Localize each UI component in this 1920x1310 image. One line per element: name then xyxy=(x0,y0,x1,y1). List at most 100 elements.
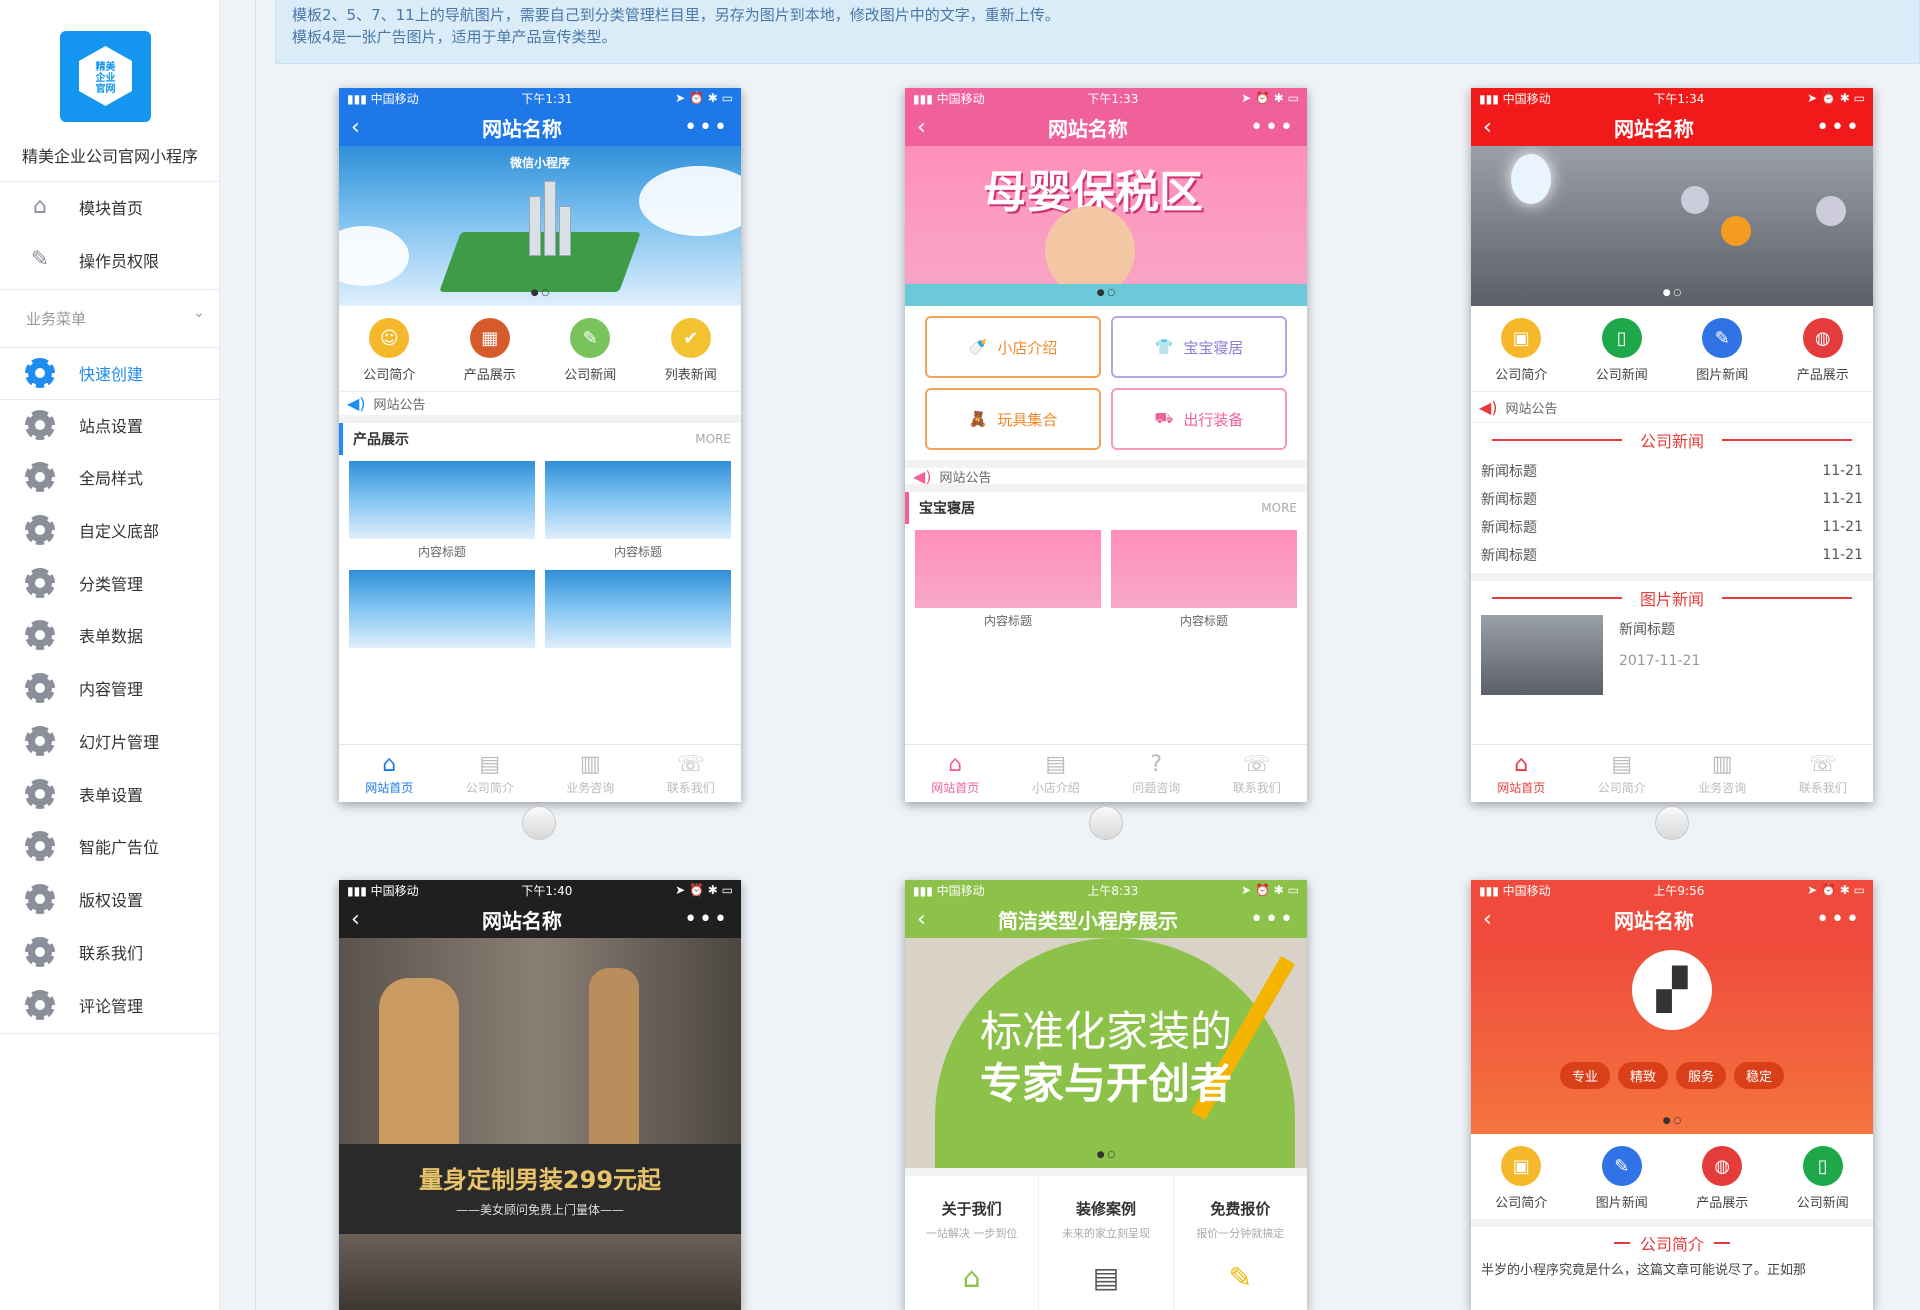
more-link[interactable]: MORE xyxy=(695,432,731,446)
banner-image: 标准化家装的 专家与开创者 ● ○ xyxy=(905,938,1307,1168)
banner-image: 母婴保税区 ● ○ xyxy=(905,146,1307,306)
tab-contact-us[interactable]: ☏ 联系我们 xyxy=(1233,752,1281,796)
content-item[interactable]: 内容标题 xyxy=(1111,530,1297,629)
column-title: 关于我们 xyxy=(941,1200,1002,1218)
content-item[interactable]: 内容标题 xyxy=(915,530,1101,629)
template-preview-4[interactable]: ▮▮▮ 中国移动 下午1:40 ➤ ⏰ ✱ ▭ ‹ 网站名称 ••• 量身定制男装299… xyxy=(339,880,741,1310)
carrier: 中国移动 xyxy=(936,883,985,898)
icon-company-news[interactable]: ▯ 公司新闻 xyxy=(1577,318,1667,383)
select-radio[interactable] xyxy=(1089,806,1123,840)
content-item[interactable]: 内容标题 xyxy=(545,461,731,560)
notice-line: 模板4是一张广告图片，适用于单产品宣传类型。 xyxy=(292,28,617,46)
column-free-quote[interactable]: 免费报价 报价一分钟就搞定 ✎ xyxy=(1174,1176,1307,1310)
column-subtitle: 报价一分钟就搞定 xyxy=(1196,1227,1285,1240)
select-radio[interactable] xyxy=(522,806,556,840)
notice-line: 模板2、5、7、11上的导航图片，需要自己到分类管理栏目里，另存为图片到本地，修… xyxy=(292,6,1060,24)
nav-label: 快速创建 xyxy=(79,365,144,384)
tab-home[interactable]: ⌂ 网站首页 xyxy=(365,752,413,796)
content-item[interactable] xyxy=(545,570,731,652)
clipboard-icon: ▥ xyxy=(1711,751,1733,777)
news-row[interactable]: 新闻标题 11-21 xyxy=(1471,513,1873,541)
tab-contact-us[interactable]: ☏ 联系我们 xyxy=(1799,752,1847,796)
button-travel-gear[interactable]: ⛟ 出行装备 xyxy=(1111,388,1287,450)
column-decoration-cases[interactable]: 装修案例 未来的家立刻呈现 ▤ xyxy=(1039,1176,1174,1310)
tab-contact-us[interactable]: ☏ 联系我们 xyxy=(667,752,715,796)
news-title: 新闻标题 xyxy=(1481,548,1537,564)
news-title: 新闻标题 xyxy=(1481,464,1537,480)
edit-icon: ✎ xyxy=(1601,1146,1642,1186)
phone-icon: ☏ xyxy=(676,751,705,777)
status-bar: ▮▮▮ 中国移动 上午9:56 ➤ ⏰ ✱ ▭ xyxy=(1479,883,1865,898)
nav-custom-footer[interactable]: 自定义底部 xyxy=(0,505,220,555)
phone-icon: ▯ xyxy=(1601,318,1642,358)
nav-comment-management[interactable]: 评论管理 xyxy=(0,980,220,1030)
icon-label: 公司新闻 xyxy=(564,368,617,383)
content-item[interactable] xyxy=(349,570,535,652)
picture-news-item[interactable]: 新闻标题 2017-11-21 xyxy=(1471,615,1873,695)
button-label: 玩具集合 xyxy=(997,410,1058,429)
tab-company-intro[interactable]: ▤ 公司简介 xyxy=(466,752,514,796)
news-row[interactable]: 新闻标题 11-21 xyxy=(1471,457,1873,485)
icon-company-news[interactable]: ▯ 公司新闻 xyxy=(1778,1146,1868,1211)
icon-picture-news[interactable]: ✎ 图片新闻 xyxy=(1577,1146,1667,1211)
icon-product-display[interactable]: ◍ 产品展示 xyxy=(1778,318,1868,383)
icon-picture-news[interactable]: ✎ 图片新闻 xyxy=(1677,318,1767,383)
button-toys[interactable]: 🧸 玩具集合 xyxy=(925,388,1101,450)
tab-home[interactable]: ⌂ 网站首页 xyxy=(1497,752,1545,796)
icon-company-intro[interactable]: ▣ 公司简介 xyxy=(1476,1146,1566,1211)
more-link[interactable]: MORE xyxy=(1261,501,1297,515)
template-preview-3[interactable]: ▮▮▮ 中国移动 下午1:34 ➤ ⏰ ✱ ▭ ‹ 网站名称 ••• ● ○ ▣ 公司简介… xyxy=(1471,88,1873,802)
nav-operator-permission[interactable]: ✎ 操作员权限 xyxy=(0,235,220,285)
template-preview-6[interactable]: ▮▮▮ 中国移动 上午9:56 ➤ ⏰ ✱ ▭ ‹ 网站名称 ••• ▞ 专业 精致 服务稳… xyxy=(1471,880,1873,1310)
chevron-down-icon[interactable]: ⌄ xyxy=(193,305,205,321)
icon-company-news[interactable]: ✎ 公司新闻 xyxy=(545,318,635,383)
tab-label: 联系我们 xyxy=(1232,780,1281,795)
nav-site-settings[interactable]: 站点设置 xyxy=(0,400,220,450)
status-bar: ▮▮▮ 中国移动 下午1:40 ➤ ⏰ ✱ ▭ xyxy=(347,883,733,898)
tab-business-consult[interactable]: ▥ 业务咨询 xyxy=(566,752,614,796)
icon-list-news[interactable]: ✔ 列表新闻 xyxy=(646,318,736,383)
nav-label: 智能广告位 xyxy=(79,838,160,857)
news-title: 新闻标题 xyxy=(1481,520,1537,536)
column-about-us[interactable]: 关于我们 一站解决 一步到位 ⌂ xyxy=(905,1176,1040,1310)
button-shop-intro[interactable]: 🍼 小店介绍 xyxy=(925,316,1101,378)
speaker-icon: ◀) xyxy=(347,394,366,413)
stroller-icon: ⛟ xyxy=(1154,409,1174,427)
tab-shop-intro[interactable]: ▤ 小店介绍 xyxy=(1032,752,1080,796)
nav-module-home[interactable]: ⌂ 模块首页 xyxy=(0,182,220,232)
more-icon: ••• xyxy=(684,114,729,140)
icon-product-display[interactable]: ▦ 产品展示 xyxy=(445,318,535,383)
button-baby-bedding[interactable]: 👕 宝宝寝居 xyxy=(1111,316,1287,378)
nav-global-style[interactable]: 全局样式 xyxy=(0,452,220,502)
icon-label: 公司简介 xyxy=(363,368,416,383)
nav-copyright-settings[interactable]: 版权设置 xyxy=(0,874,220,924)
select-radio[interactable] xyxy=(1655,806,1689,840)
news-row[interactable]: 新闻标题 11-21 xyxy=(1471,541,1873,569)
tab-business-consult[interactable]: ▥ 业务咨询 xyxy=(1698,752,1746,796)
nav-content-management[interactable]: 内容管理 xyxy=(0,663,220,713)
nav-smart-ads[interactable]: 智能广告位 xyxy=(0,821,220,871)
nav-form-settings[interactable]: 表单设置 xyxy=(0,769,220,819)
news-row[interactable]: 新闻标题 11-21 xyxy=(1471,485,1873,513)
template-preview-1[interactable]: ▮▮▮ 中国移动 下午1:31 ➤ ⏰ ✱ ▭ ‹ 网站名称 ••• 微信小程序 ● ○… xyxy=(339,88,741,802)
notice-text: 网站公告 xyxy=(939,470,992,486)
nav-slideshow-management[interactable]: 幻灯片管理 xyxy=(0,716,220,766)
icon-company-intro[interactable]: ☺ 公司简介 xyxy=(344,318,434,383)
icon-company-intro[interactable]: ▣ 公司简介 xyxy=(1476,318,1566,383)
content-item[interactable]: 内容标题 xyxy=(349,461,535,560)
icon-product-display[interactable]: ◍ 产品展示 xyxy=(1677,1146,1767,1211)
nav-quick-create[interactable]: 快速创建 xyxy=(0,348,220,398)
template-preview-5[interactable]: ▮▮▮ 中国移动 上午8:33 ➤ ⏰ ✱ ▭ ‹ 简洁类型小程序展示 ••• 标准化家… xyxy=(905,880,1307,1310)
nav-category-management[interactable]: 分类管理 xyxy=(0,558,220,608)
icon-label: 产品展示 xyxy=(463,368,516,383)
template-preview-2[interactable]: ▮▮▮ 中国移动 下午1:33 ➤ ⏰ ✱ ▭ ‹ 网站名称 ••• 母婴保税区 ● ○… xyxy=(905,88,1307,802)
cabinet-icon: ▤ xyxy=(1092,1261,1120,1294)
nav-form-data[interactable]: 表单数据 xyxy=(0,610,220,660)
tab-faq[interactable]: ? 问题咨询 xyxy=(1132,752,1180,796)
tab-company-intro[interactable]: ▤ 公司简介 xyxy=(1598,752,1646,796)
tab-home[interactable]: ⌂ 网站首页 xyxy=(931,752,979,796)
section-business-menu[interactable]: 业务菜单 xyxy=(26,308,86,329)
phone-title: 网站名称 xyxy=(1613,908,1694,933)
clipboard-icon: ▥ xyxy=(579,751,601,777)
nav-contact-us[interactable]: 联系我们 xyxy=(0,927,220,977)
